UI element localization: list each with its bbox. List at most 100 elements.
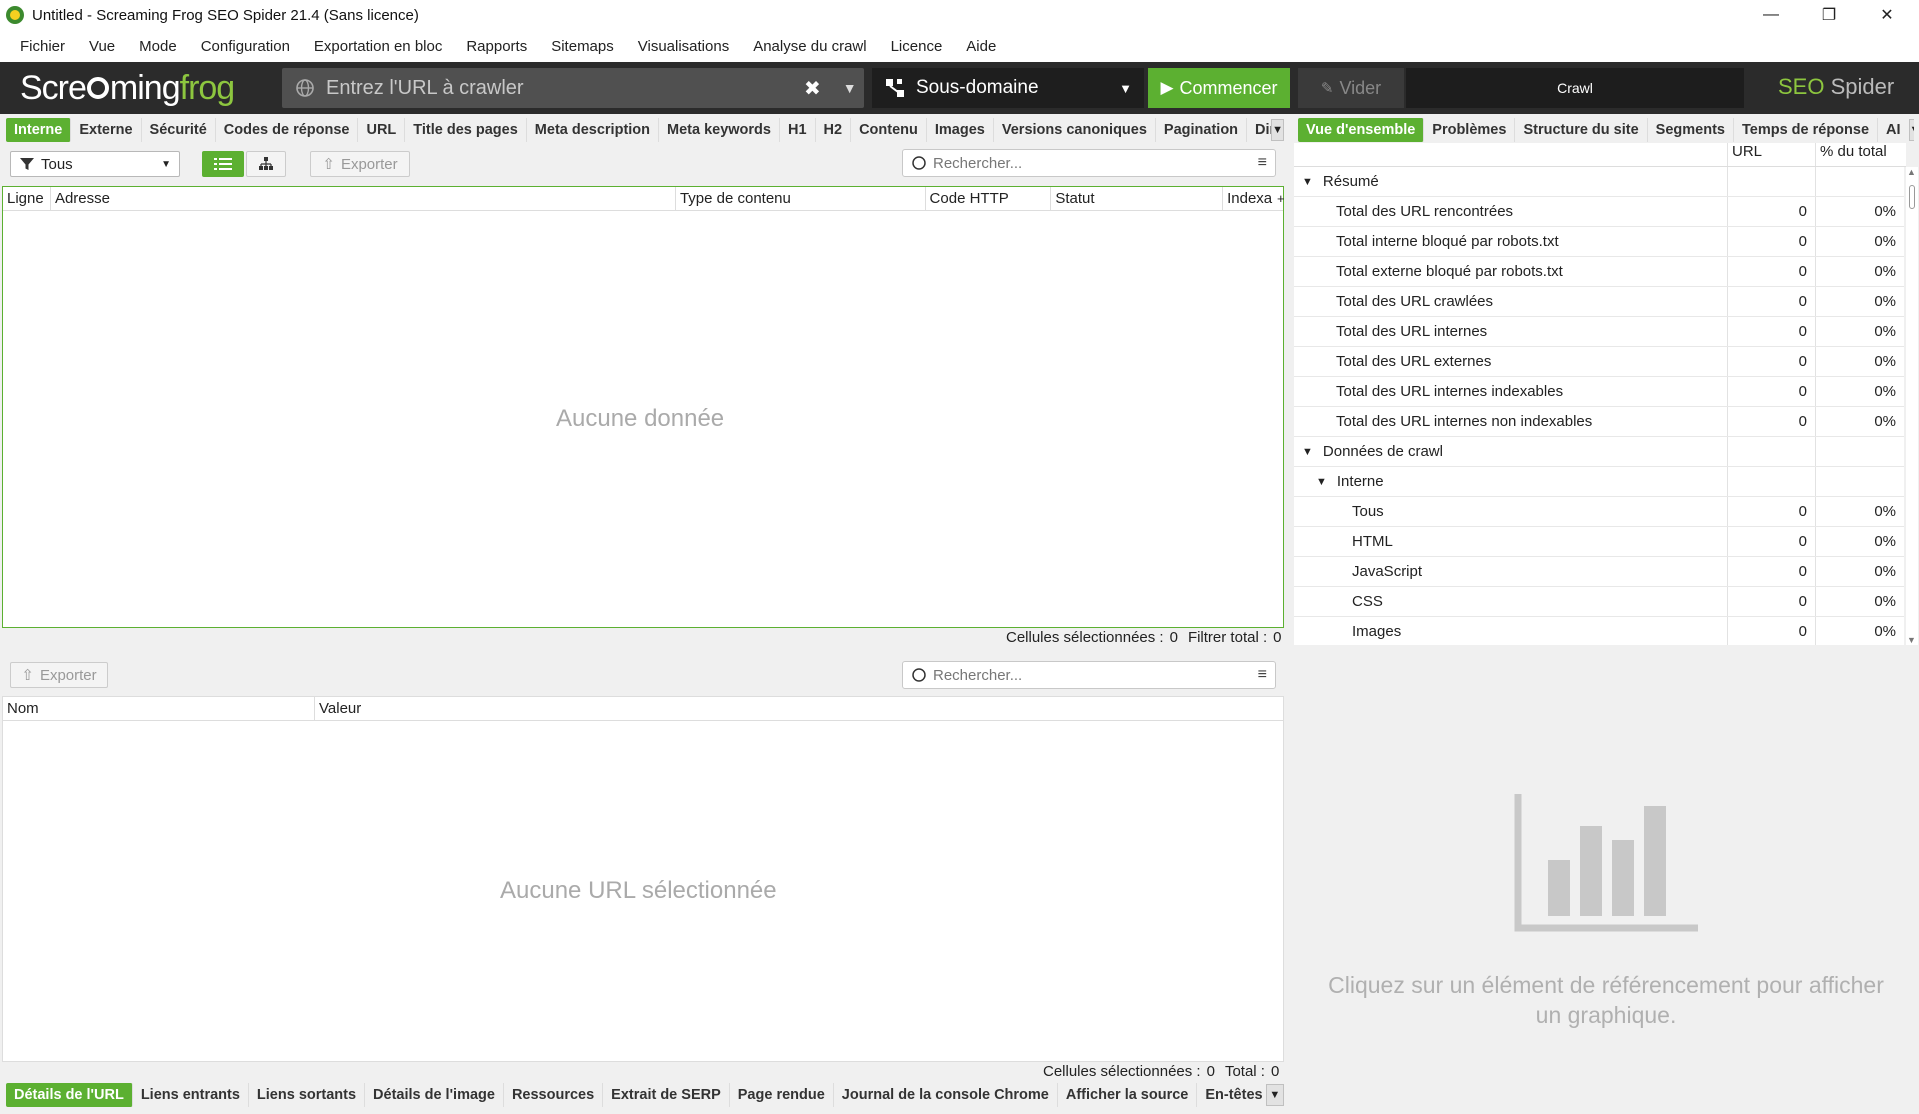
tab-interne[interactable]: Interne <box>6 118 72 142</box>
detail-export-button[interactable]: ⇧ Exporter <box>10 662 108 688</box>
tab-page-rendue[interactable]: Page rendue <box>730 1083 834 1107</box>
overview-row-text: Tous <box>1352 503 1384 520</box>
overview-row[interactable]: Total des URL internes indexables 0 0% <box>1294 377 1904 407</box>
tab-url[interactable]: URL <box>358 118 406 142</box>
tab-h2[interactable]: H2 <box>816 118 852 142</box>
tab-temps-reponse[interactable]: Temps de réponse <box>1734 118 1879 142</box>
tab-extrait-serp[interactable]: Extrait de SERP <box>603 1083 730 1107</box>
tab-meta-keywords[interactable]: Meta keywords <box>659 118 780 142</box>
close-icon[interactable]: ✕ <box>1858 0 1916 30</box>
overview-row[interactable]: Total des URL externes 0 0% <box>1294 347 1904 377</box>
overview-row[interactable]: JavaScript 0 0% <box>1294 557 1904 587</box>
list-view-button[interactable] <box>202 151 244 177</box>
export-button[interactable]: ⇧ Exporter <box>310 151 410 177</box>
overview-row-url-count: 0 <box>1728 527 1816 556</box>
overview-row[interactable]: ▼ Données de crawl <box>1294 437 1904 467</box>
overview-row[interactable]: Tous 0 0% <box>1294 497 1904 527</box>
tab-title-pages[interactable]: Title des pages <box>405 118 527 142</box>
search-settings-icon[interactable]: ≡ <box>1258 666 1267 684</box>
tab-details-url[interactable]: Détails de l'URL <box>6 1083 133 1107</box>
filter-dropdown[interactable]: Tous ▼ <box>10 151 180 177</box>
tab-h1[interactable]: H1 <box>780 118 816 142</box>
overview-row[interactable]: Images 0 0% <box>1294 617 1904 645</box>
add-column-icon[interactable]: + <box>1273 187 1285 210</box>
bottom-tab-overflow-dropdown-icon[interactable]: ▼ <box>1265 1084 1284 1106</box>
restore-icon[interactable]: ❐ <box>1800 0 1858 30</box>
tab-ai[interactable]: AI <box>1878 118 1909 142</box>
menu-item-rapports[interactable]: Rapports <box>454 38 539 55</box>
col-ligne[interactable]: Ligne <box>3 187 51 210</box>
brand-seo: SEO <box>1778 74 1825 99</box>
tab-problemes[interactable]: Problèmes <box>1424 118 1516 142</box>
tab-images[interactable]: Images <box>927 118 994 142</box>
col-adresse[interactable]: Adresse <box>51 187 676 210</box>
menu-item-configuration[interactable]: Configuration <box>189 38 302 55</box>
main-search-input[interactable] <box>933 154 1258 172</box>
tab-afficher-source[interactable]: Afficher la source <box>1058 1083 1198 1107</box>
tab-journal-console[interactable]: Journal de la console Chrome <box>834 1083 1058 1107</box>
overview-scrollbar[interactable]: ▲ ▼ <box>1906 167 1918 645</box>
tab-details-image[interactable]: Détails de l'image <box>365 1083 504 1107</box>
col-code-http[interactable]: Code HTTP <box>926 187 1052 210</box>
tab-overflow-dropdown-icon[interactable]: ▼ <box>1271 119 1284 141</box>
overview-row[interactable]: Total externe bloqué par robots.txt 0 0% <box>1294 257 1904 287</box>
col-valeur[interactable]: Valeur <box>315 697 1283 720</box>
minimize-icon[interactable]: — <box>1742 0 1800 30</box>
tab-pagination[interactable]: Pagination <box>1156 118 1248 142</box>
tree-view-button[interactable] <box>246 151 286 177</box>
overview-row[interactable]: CSS 0 0% <box>1294 587 1904 617</box>
url-history-dropdown-icon[interactable]: ▼ <box>843 80 857 96</box>
menu-item-mode[interactable]: Mode <box>127 38 189 55</box>
overview-row[interactable]: HTML 0 0% <box>1294 527 1904 557</box>
search-icon <box>912 156 926 170</box>
menu-item-licence[interactable]: Licence <box>879 38 955 55</box>
overview-row[interactable]: Total des URL rencontrées 0 0% <box>1294 197 1904 227</box>
overview-row[interactable]: Total des URL internes non indexables 0 0% <box>1294 407 1904 437</box>
col-type-contenu[interactable]: Type de contenu <box>676 187 926 210</box>
menu-item-visualisations[interactable]: Visualisations <box>626 38 741 55</box>
expand-triangle-icon[interactable]: ▼ <box>1302 446 1313 458</box>
mode-select[interactable]: Sous-domaine ▼ <box>872 68 1144 108</box>
tab-directives[interactable]: Dire <box>1247 118 1271 142</box>
overview-row-percent: 0% <box>1874 413 1896 430</box>
clear-button[interactable]: ✎ Vider <box>1298 68 1404 108</box>
tab-securite[interactable]: Sécurité <box>142 118 216 142</box>
overview-row[interactable]: Total des URL internes 0 0% <box>1294 317 1904 347</box>
tab-externe[interactable]: Externe <box>71 118 142 142</box>
col-indexabilite[interactable]: Indexa <box>1223 187 1273 210</box>
tab-ressources[interactable]: Ressources <box>504 1083 604 1107</box>
right-tab-overflow-dropdown-icon[interactable]: ▼ <box>1908 119 1914 141</box>
tab-liens-sortants[interactable]: Liens sortants <box>249 1083 366 1107</box>
tab-liens-entrants[interactable]: Liens entrants <box>133 1083 249 1107</box>
menu-item-sitemaps[interactable]: Sitemaps <box>539 38 626 55</box>
detail-search-input[interactable] <box>933 666 1258 684</box>
tab-segments[interactable]: Segments <box>1648 118 1734 142</box>
tab-codes-reponse[interactable]: Codes de réponse <box>216 118 359 142</box>
col-nom[interactable]: Nom <box>3 697 315 720</box>
overview-row[interactable]: ▼ Interne <box>1294 467 1904 497</box>
overview-col-pct[interactable]: % du total <box>1816 143 1904 166</box>
url-input[interactable] <box>326 76 766 100</box>
tab-structure-site[interactable]: Structure du site <box>1515 118 1648 142</box>
menu-item-aide[interactable]: Aide <box>954 38 1008 55</box>
tab-contenu[interactable]: Contenu <box>851 118 927 142</box>
expand-triangle-icon[interactable]: ▼ <box>1302 176 1313 188</box>
overview-row-label: ▼ Données de crawl <box>1294 437 1728 466</box>
clear-url-icon[interactable]: ✖ <box>804 76 821 101</box>
search-settings-icon[interactable]: ≡ <box>1258 154 1267 172</box>
expand-triangle-icon[interactable]: ▼ <box>1316 476 1327 488</box>
start-button[interactable]: ▶ Commencer <box>1148 68 1290 108</box>
overview-col-url[interactable]: URL <box>1728 143 1816 166</box>
menu-item-analyse[interactable]: Analyse du crawl <box>741 38 878 55</box>
menu-item-vue[interactable]: Vue <box>77 38 127 55</box>
menu-item-fichier[interactable]: Fichier <box>8 38 77 55</box>
overview-row[interactable]: ▼ Résumé <box>1294 167 1904 197</box>
tab-versions-canoniques[interactable]: Versions canoniques <box>994 118 1156 142</box>
menu-item-exportation[interactable]: Exportation en bloc <box>302 38 454 55</box>
overview-row[interactable]: Total interne bloqué par robots.txt 0 0% <box>1294 227 1904 257</box>
col-statut[interactable]: Statut <box>1051 187 1224 210</box>
overview-row[interactable]: Total des URL crawlées 0 0% <box>1294 287 1904 317</box>
tab-meta-description[interactable]: Meta description <box>527 118 660 142</box>
tab-vue-ensemble[interactable]: Vue d'ensemble <box>1298 118 1425 142</box>
tab-entetes-http[interactable]: En-têtes HT <box>1197 1083 1265 1107</box>
